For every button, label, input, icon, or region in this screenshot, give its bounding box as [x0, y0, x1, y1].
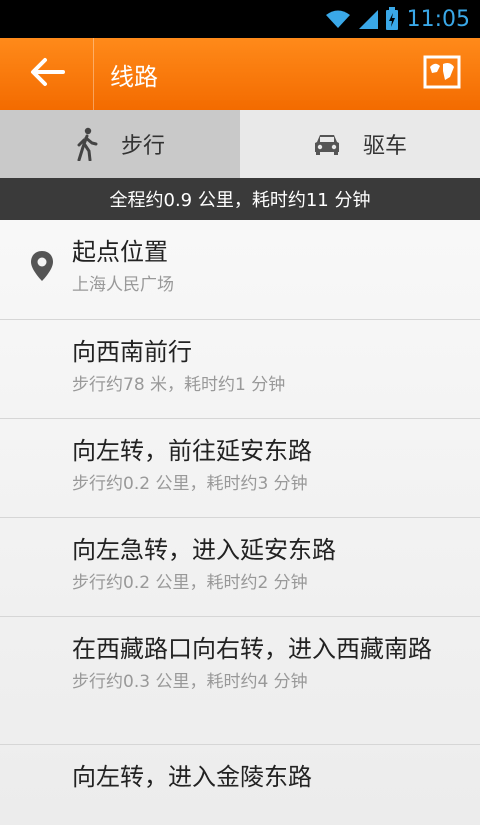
tab-drive-label: 驱车: [362, 134, 407, 159]
list-item[interactable]: 向左转，前往延安东路 步行约0.2 公里，耗时约3 分钟: [0, 419, 480, 518]
list-item[interactable]: 向西南前行 步行约78 米，耗时约1 分钟: [0, 320, 480, 419]
back-arrow-icon: [29, 57, 65, 91]
step-detail: 步行约0.2 公里，耗时约2 分钟: [72, 573, 308, 593]
step-instruction: 起点位置: [72, 238, 168, 266]
step-instruction: 向西南前行: [72, 338, 192, 366]
step-instruction: 向左转，前往延安东路: [72, 437, 312, 465]
car-icon: [313, 132, 341, 156]
walk-icon: [75, 127, 99, 161]
step-detail: 上海人民广场: [72, 275, 174, 295]
page-title: 线路: [110, 62, 158, 91]
route-step-list: 起点位置 上海人民广场 向西南前行 步行约78 米，耗时约1 分钟 向左转，前往…: [0, 220, 480, 825]
mode-tabs: 步行 驱车: [0, 110, 480, 178]
step-detail: 步行约78 米，耗时约1 分钟: [72, 375, 286, 395]
clock: 11:05: [406, 6, 470, 32]
step-instruction: 向左急转，进入延安东路: [72, 536, 336, 564]
list-item[interactable]: 向左急转，进入延安东路 步行约0.2 公里，耗时约2 分钟: [0, 518, 480, 617]
signal-icon: [357, 8, 379, 30]
list-item[interactable]: 起点位置 上海人民广场: [0, 220, 480, 320]
tab-drive[interactable]: 驱车: [240, 110, 480, 178]
battery-charging-icon: [385, 7, 399, 31]
step-instruction: 向左转，进入金陵东路: [72, 763, 312, 791]
step-detail: 步行约0.2 公里，耗时约3 分钟: [72, 474, 308, 494]
list-item[interactable]: 向左转，进入金陵东路: [0, 745, 480, 825]
location-pin-icon: [30, 250, 54, 286]
tab-walk[interactable]: 步行: [0, 110, 240, 178]
step-instruction: 在西藏路口向右转，进入西藏南路: [72, 635, 432, 663]
status-bar: 11:05: [0, 0, 480, 38]
tab-walk-label: 步行: [120, 134, 165, 159]
app-bar: 线路: [0, 38, 480, 110]
wifi-icon: [325, 9, 351, 29]
list-item[interactable]: 在西藏路口向右转，进入西藏南路 步行约0.3 公里，耗时约4 分钟: [0, 617, 480, 745]
route-summary: 全程约0.9 公里，耗时约11 分钟: [0, 178, 480, 220]
map-button[interactable]: [422, 54, 462, 94]
back-button[interactable]: [0, 38, 94, 110]
step-detail: 步行约0.3 公里，耗时约4 分钟: [72, 672, 308, 692]
map-icon: [423, 55, 461, 93]
